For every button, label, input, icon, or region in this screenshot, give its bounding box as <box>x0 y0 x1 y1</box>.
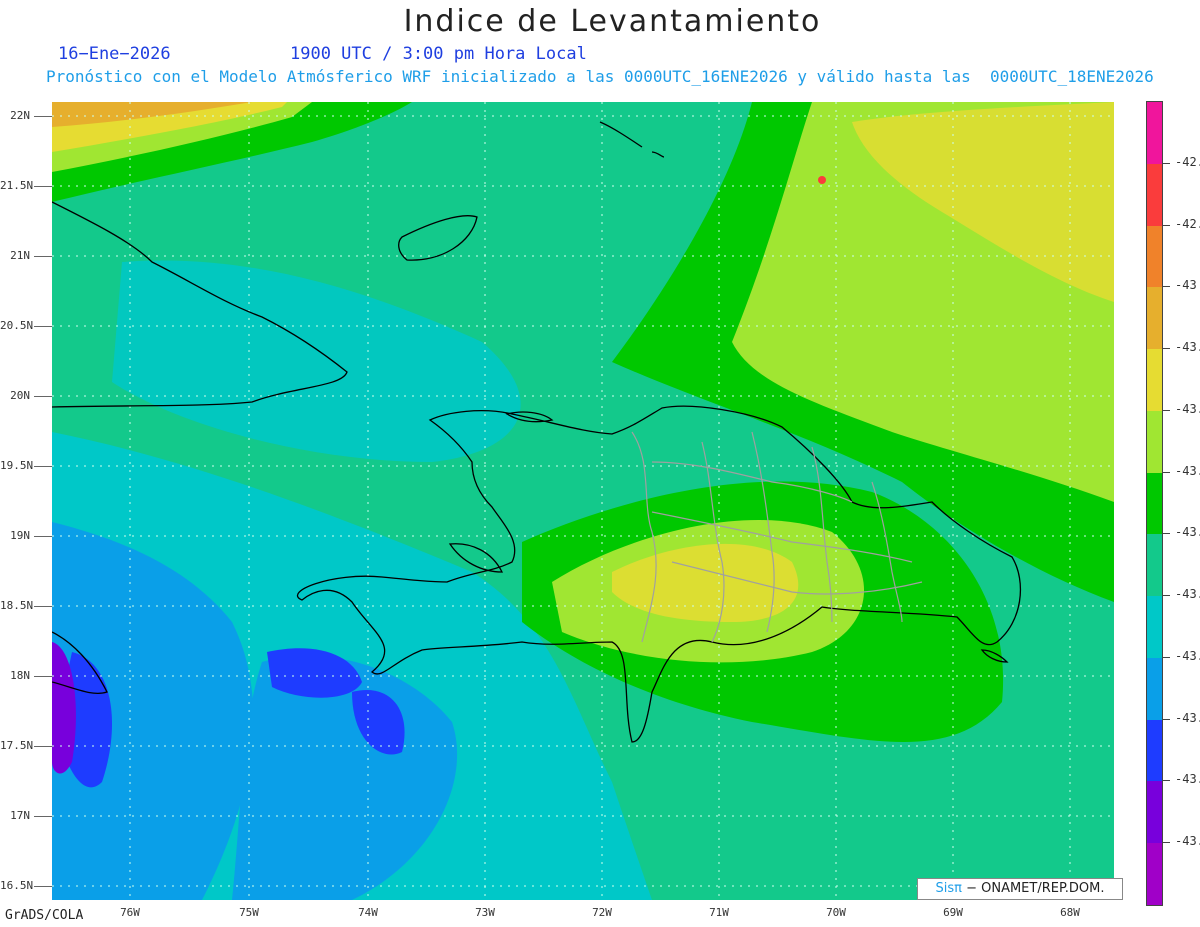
colorbar-tick <box>1162 162 1170 164</box>
colorbar-label: -43.0 <box>1175 340 1200 355</box>
onamet-credit-text: − ONAMET/REP.DOM. <box>966 881 1105 896</box>
lat-tick <box>34 606 52 607</box>
lon-label: 74W <box>358 906 378 919</box>
colorbar-tick <box>1162 842 1170 844</box>
date-label: 16−Ene−2026 <box>58 44 171 64</box>
colorbar-label: -43.2 <box>1175 587 1200 602</box>
lon-label: 69W <box>943 906 963 919</box>
lon-label: 72W <box>592 906 612 919</box>
colorbar-label: -43 <box>1175 278 1197 293</box>
lat-label: 17N <box>10 809 30 822</box>
map-panel <box>52 102 1114 900</box>
colorbar-segment <box>1147 596 1162 658</box>
colorbar-segment <box>1147 287 1162 350</box>
lon-label: 76W <box>120 906 140 919</box>
colorbar-segment <box>1147 225 1162 288</box>
map-title: Indice de Levantamiento <box>403 4 822 39</box>
lat-tick <box>34 466 52 467</box>
sispi-logo: Sisπ <box>935 881 962 896</box>
colorbar-label: -42.9 <box>1175 154 1200 169</box>
lat-tick <box>34 816 52 817</box>
colorbar-segment <box>1147 781 1162 844</box>
lat-label: 21N <box>10 249 30 262</box>
colorbar-label: -43.3 <box>1175 710 1200 725</box>
lat-label: 21.5N <box>0 179 34 192</box>
lon-label: 70W <box>826 906 846 919</box>
lat-tick <box>34 186 52 187</box>
lat-label: 20N <box>10 389 30 402</box>
lat-tick <box>34 536 52 537</box>
colorbar-label: -43.3 <box>1175 648 1200 663</box>
colorbar <box>1146 101 1163 906</box>
lat-tick <box>34 746 52 747</box>
colorbar-segment <box>1147 657 1162 720</box>
lat-label: 18N <box>10 669 30 682</box>
colorbar-segment <box>1147 349 1162 411</box>
lat-tick <box>34 676 52 677</box>
time-label: 1900 UTC / 3:00 pm Hora Local <box>290 44 587 64</box>
colorbar-segment <box>1147 719 1162 782</box>
colorbar-segment <box>1147 534 1162 597</box>
colorbar-label: -43.1 <box>1175 401 1200 416</box>
lat-label: 22N <box>10 109 30 122</box>
lon-label: 73W <box>475 906 495 919</box>
lat-label: 20.5N <box>0 319 34 332</box>
lat-label: 17.5N <box>0 739 34 752</box>
colorbar-tick <box>1162 286 1170 288</box>
colorbar-segment <box>1147 410 1162 473</box>
colorbar-tick <box>1162 533 1170 535</box>
lat-tick <box>34 886 52 887</box>
lon-label: 68W <box>1060 906 1080 919</box>
lon-label: 75W <box>239 906 259 919</box>
colorbar-label: -43.2 <box>1175 525 1200 540</box>
lat-tick <box>34 396 52 397</box>
colorbar-segment <box>1147 163 1162 226</box>
colorbar-label: -42.9 <box>1175 216 1200 231</box>
onamet-credit-box: Sisπ − ONAMET/REP.DOM. <box>917 878 1123 900</box>
field-red-spot <box>818 176 826 184</box>
forecast-description: Pronóstico con el Modelo Atmósferico WRF… <box>46 67 1154 86</box>
lat-tick <box>34 116 52 117</box>
colorbar-tick <box>1162 718 1170 720</box>
lat-label: 19.5N <box>0 459 34 472</box>
colorbar-segment <box>1147 843 1162 905</box>
lon-label: 71W <box>709 906 729 919</box>
colorbar-tick <box>1162 780 1170 782</box>
colorbar-segment <box>1147 102 1162 164</box>
colorbar-label: -43.4 <box>1175 772 1200 787</box>
lat-label: 16.5N <box>0 879 34 892</box>
colorbar-tick <box>1162 224 1170 226</box>
colorbar-tick <box>1162 348 1170 350</box>
colorbar-label: -43.1 <box>1175 463 1200 478</box>
lat-tick <box>34 326 52 327</box>
colorbar-segment <box>1147 472 1162 535</box>
grads-credit: GrADS/COLA <box>5 908 84 923</box>
colorbar-tick <box>1162 656 1170 658</box>
lifted-index-field <box>52 102 1114 900</box>
colorbar-tick <box>1162 409 1170 411</box>
lat-label: 19N <box>10 529 30 542</box>
colorbar-tick <box>1162 595 1170 597</box>
lat-tick <box>34 256 52 257</box>
colorbar-tick <box>1162 471 1170 473</box>
lat-label: 18.5N <box>0 599 34 612</box>
colorbar-label: -43.4 <box>1175 834 1200 849</box>
